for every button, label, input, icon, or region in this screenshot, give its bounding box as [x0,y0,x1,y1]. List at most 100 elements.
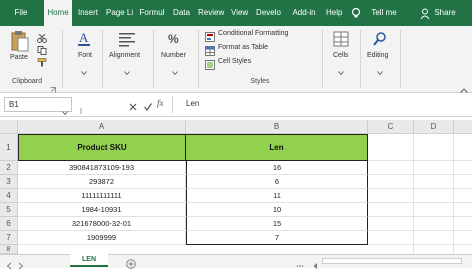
empty-cell[interactable] [414,134,454,161]
clipboard-group-label: Clipboard [12,78,42,85]
column-header-d[interactable]: D [414,120,454,134]
number-label[interactable]: Number [161,52,186,59]
sku-cell[interactable]: 1984-10931 [18,203,186,217]
empty-cell[interactable] [454,134,472,161]
collapse-ribbon-icon[interactable] [460,80,468,93]
len-cell[interactable]: 7 [186,231,368,245]
ribbon-separator [198,30,199,88]
cell-styles-button[interactable]: Cell Styles [218,58,251,65]
select-all-corner[interactable] [0,120,18,134]
row-header[interactable]: 1 [0,134,18,161]
row-header[interactable]: 5 [0,203,18,217]
row-header[interactable]: 4 [0,189,18,203]
tab-view[interactable]: View [228,0,250,26]
column-header-c[interactable]: C [368,120,414,134]
ribbon-separator [62,30,63,88]
format-as-table-button[interactable]: Format as Table [218,44,268,51]
editing-label[interactable]: Editing [367,52,388,59]
chevron-down-icon [377,62,383,76]
tab-page-layout[interactable]: Page Li [103,0,135,26]
column-header-e[interactable] [454,120,472,134]
lightbulb-icon[interactable] [349,6,363,20]
len-cell[interactable]: 16 [186,161,368,175]
formula-input[interactable]: Len [186,99,199,108]
cancel-icon[interactable] [128,99,138,111]
row-header[interactable]: 7 [0,231,18,245]
scroll-right-icon[interactable] [18,257,24,270]
row-header[interactable]: 3 [0,175,18,189]
more-options-icon [78,101,84,114]
chevron-down-icon [81,62,87,76]
conditional-formatting-button[interactable]: Conditional Formatting [218,30,288,37]
ribbon-separator [360,30,361,88]
len-cell[interactable]: 10 [186,203,368,217]
name-box[interactable]: B1 [4,97,72,116]
cut-icon[interactable] [37,30,47,43]
sku-cell[interactable]: 11111111111 [18,189,186,203]
styles-group-label: Styles [250,78,270,85]
chevron-down-icon [124,62,130,76]
cells-icon[interactable] [333,31,349,47]
alignment-label[interactable]: Alignment [109,52,140,59]
header-cell-product-sku[interactable]: Product SKU [18,134,186,161]
column-header-b[interactable]: B [186,120,368,134]
scroll-left-icon[interactable] [6,257,12,270]
search-icon[interactable] [372,31,388,47]
paste-label[interactable]: Paste [10,54,28,61]
scroll-left-icon[interactable] [312,257,318,269]
len-cell[interactable]: 6 [186,175,368,189]
chevron-down-icon [172,62,178,76]
empty-cells-area[interactable] [368,161,472,254]
row-header[interactable]: 6 [0,217,18,231]
tab-review[interactable]: Review [195,0,226,26]
enter-icon[interactable] [143,99,153,111]
sku-cell[interactable]: 1909999 [18,231,186,245]
column-header-a[interactable]: A [18,120,186,134]
formula-bar-divider [172,96,173,113]
font-icon[interactable]: A [76,30,92,48]
chevron-down-icon[interactable] [62,102,68,120]
ribbon-separator [400,30,401,88]
ribbon-separator [102,30,103,88]
row-header[interactable]: 8 [0,245,18,254]
len-cell[interactable]: 15 [186,217,368,231]
person-icon [420,7,430,20]
font-label[interactable]: Font [78,52,92,59]
sheet-tab-len[interactable]: LEN [70,254,108,267]
cell-styles-icon[interactable] [205,57,215,70]
share-button[interactable]: Share [430,0,460,26]
tab-file[interactable]: File [8,0,34,26]
tab-help[interactable]: Help [323,0,345,26]
alignment-icon[interactable] [118,31,136,47]
new-sheet-icon[interactable] [126,256,136,269]
svg-text:%: % [168,32,179,46]
header-cell-len[interactable]: Len [186,134,368,161]
ribbon-separator [322,30,323,88]
insert-function-button[interactable]: fx [157,98,164,108]
conditional-formatting-icon[interactable] [205,29,215,42]
len-cell[interactable]: 11 [186,189,368,203]
tab-developer[interactable]: Develo [252,0,285,26]
format-painter-icon[interactable] [37,54,47,67]
format-as-table-icon[interactable] [205,43,215,56]
horizontal-scrollbar[interactable] [322,258,462,264]
empty-cell[interactable] [368,134,414,161]
copy-icon[interactable] [37,42,47,55]
chevron-down-icon [338,62,344,76]
sku-cell[interactable]: 293872 [18,175,186,189]
row-header[interactable]: 2 [0,161,18,175]
sku-cell[interactable]: 390841873109-193 [18,161,186,175]
number-format-icon[interactable]: % [167,31,183,47]
paste-icon[interactable] [10,30,30,52]
tab-data[interactable]: Data [170,0,193,26]
cells-label[interactable]: Cells [333,52,349,59]
tell-me-search[interactable]: Tell me [366,0,402,26]
ribbon-tab-bar: File Home Insert Page Li Formul Data Rev… [0,0,472,27]
clipboard-launcher-icon[interactable] [50,80,56,93]
tab-home[interactable]: Home [44,0,72,27]
more-sheets-icon[interactable] [296,257,304,267]
tab-formulas[interactable]: Formul [136,0,168,26]
tab-insert[interactable]: Insert [75,0,101,26]
sku-cell[interactable]: 321678000-32-01 [18,217,186,231]
tab-add-ins[interactable]: Add-in [287,0,321,26]
